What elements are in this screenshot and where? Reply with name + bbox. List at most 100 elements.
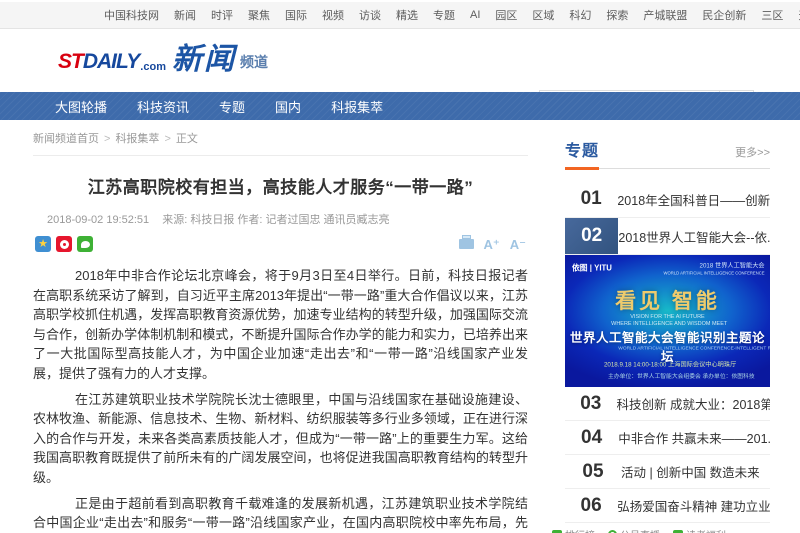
topics-sidebar: 专题 更多>> 01 2018年全国科普日——创新... 02 2018世界人工… xyxy=(565,137,770,523)
article-paragraph: 2018年中非合作论坛北京峰会，将于9月3日至4日举行。日前，科技日报记者在高职… xyxy=(33,266,528,384)
topic-item-05[interactable]: 05 活动 | 创新中国 数造未来 xyxy=(565,455,770,489)
topic-label: 中非合作 共赢未来——201... xyxy=(618,428,770,447)
page: 中国科技网 新闻 时评 聚焦 国际 视频 访谈 精选 专题 AI 园区 区域 科… xyxy=(0,0,800,533)
breadcrumb: 新闻频道首页 > 科报集萃 > 正文 xyxy=(33,130,528,156)
topnav-link[interactable]: 科幻 xyxy=(569,7,591,23)
channel-nav-item[interactable]: 大图轮播 xyxy=(55,97,107,116)
stdaily-logo[interactable]: STDAILY.com 新闻 频道 xyxy=(58,46,268,74)
topic-item-02[interactable]: 02 2018世界人工智能大会--依... xyxy=(565,218,770,255)
topic-rank: 04 xyxy=(565,421,618,454)
footer-strip-item[interactable]: 读者福利 xyxy=(673,527,726,533)
banner-hosts: 主办单位：世界人工智能大会组委会 承办单位：依图科技 xyxy=(608,371,727,380)
topnav-link[interactable]: 产城联盟 xyxy=(643,7,687,23)
font-smaller-button[interactable]: A⁻ xyxy=(510,238,526,251)
breadcrumb-separator: > xyxy=(164,133,170,145)
channel-nav-item[interactable]: 科报集萃 xyxy=(331,97,383,116)
favorite-share-icon[interactable]: ★ xyxy=(35,236,51,252)
topic-item-01[interactable]: 01 2018年全国科普日——创新... xyxy=(565,181,770,218)
star-icon: ★ xyxy=(38,239,48,250)
topnav-link[interactable]: 三区 xyxy=(761,7,783,23)
weibo-share-icon[interactable] xyxy=(56,236,72,252)
channel-nav-item[interactable]: 国内 xyxy=(275,97,301,116)
logo-channel-big: 新闻 xyxy=(172,46,236,74)
footer-strip-item[interactable]: 公号直播 xyxy=(608,527,660,533)
ai-conference-banner[interactable]: 依图 | YITU 2018 世界人工智能大会 WORLD ARTIFICIAL… xyxy=(565,255,770,387)
weibo-eye-icon xyxy=(60,240,69,249)
topnav-link[interactable]: 新闻 xyxy=(174,7,196,23)
topic-label: 2018世界人工智能大会--依... xyxy=(618,227,770,246)
article-column: 新闻频道首页 > 科报集萃 > 正文 江苏高职院校有担当，高技能人才服务“一带一路” 2… xyxy=(33,130,528,533)
publish-time: 2018-09-02 19:52:51 xyxy=(47,214,149,226)
topnav-link[interactable]: 区域 xyxy=(532,7,554,23)
ranking-icon xyxy=(552,530,562,533)
banner-headline: 看见 智能 xyxy=(565,285,770,315)
topic-rank: 03 xyxy=(565,387,617,420)
banner-subtitle-2: WHERE INTELLIGENCE AND WISDOM MEET xyxy=(611,320,724,326)
topnav-link[interactable]: 国际 xyxy=(285,7,307,23)
topic-item-03[interactable]: 03 科技创新 成就大业：2018第... xyxy=(565,387,770,421)
topic-item-04[interactable]: 04 中非合作 共赢未来——201... xyxy=(565,421,770,455)
topic-item-06[interactable]: 06 弘扬爱国奋斗精神 建功立业... xyxy=(565,489,770,523)
font-larger-button[interactable]: A⁺ xyxy=(484,238,500,251)
topnav-link[interactable]: 专题 xyxy=(433,7,455,23)
site-header: STDAILY.com 新闻 频道 站内搜索 ∨ xyxy=(0,30,800,92)
breadcrumb-section[interactable]: 科报集萃 xyxy=(115,133,159,145)
topic-label: 活动 | 创新中国 数造未来 xyxy=(621,462,760,481)
topnav-link[interactable]: 精选 xyxy=(396,7,418,23)
topnav-link[interactable]: 访谈 xyxy=(359,7,381,23)
logo-st: ST xyxy=(58,50,83,74)
channel-nav-item[interactable]: 专题 xyxy=(219,97,245,116)
topnav-link[interactable]: AI xyxy=(470,9,480,21)
topic-rank: 05 xyxy=(565,455,621,488)
logo-com: .com xyxy=(140,61,166,73)
article-title: 江苏高职院校有担当，高技能人才服务“一带一路” xyxy=(33,173,528,198)
article-meta: 2018-09-02 19:52:51 来源: 科技日报 作者: 记者过国忠 通… xyxy=(33,211,528,227)
topnav-link[interactable]: 聚焦 xyxy=(248,7,270,23)
topic-label: 科技创新 成就大业：2018第... xyxy=(617,394,770,413)
topnav-link[interactable]: 探索 xyxy=(606,7,628,23)
banner-conference-mark: 2018 世界人工智能大会 WORLD ARTIFICIAL INTELLIGE… xyxy=(565,260,765,282)
text-tools: A⁺ A⁻ xyxy=(459,238,527,251)
topnav-link[interactable]: 园区 xyxy=(495,7,517,23)
wechat-share-icon[interactable] xyxy=(77,236,93,252)
banner-subtitle-1: VISION FOR THE AI FUTURE xyxy=(611,313,724,319)
topic-rank: 02 xyxy=(565,218,618,254)
topnav-link[interactable]: 民企创新 xyxy=(702,7,746,23)
topnav-link[interactable]: 时评 xyxy=(211,7,233,23)
sidebar-title: 专题 xyxy=(565,137,599,170)
topic-rank: 06 xyxy=(565,489,617,522)
article-toolbar: ★ A⁺ A⁻ xyxy=(33,236,528,252)
topnav-link[interactable]: 视频 xyxy=(322,7,344,23)
article-paragraph: 正是由于超前看到高职教育千载难逢的发展新机遇，江苏建筑职业技术学院结合中国企业“… xyxy=(33,494,528,533)
source-author: 来源: 科技日报 作者: 记者过国忠 通讯员臧志亮 xyxy=(162,214,389,226)
banner-conference-cn: 2018 世界人工智能大会 xyxy=(616,260,765,269)
footer-strip-label: 排行榜 xyxy=(565,527,595,533)
topnav-link[interactable]: 中国科技网 xyxy=(104,7,159,23)
banner-forum-title-en: WORLD ARTIFICIAL INTELLIGENCE CONFERENCE… xyxy=(618,346,716,351)
wechat-bubble-icon xyxy=(81,241,90,248)
share-buttons: ★ xyxy=(35,236,93,252)
reader-service-icon xyxy=(673,530,683,533)
sidebar-more-link[interactable]: 更多>> xyxy=(735,144,770,168)
topic-list: 01 2018年全国科普日——创新... 02 2018世界人工智能大会--依.… xyxy=(565,181,770,523)
sidebar-header: 专题 更多>> xyxy=(565,137,770,169)
footer-strip-label: 读者福利 xyxy=(686,527,726,533)
channel-navbar: 大图轮播 科技资讯 专题 国内 科报集萃 xyxy=(0,92,800,120)
topic-rank: 01 xyxy=(565,181,617,217)
article-body: 2018年中非合作论坛北京峰会，将于9月3日至4日举行。日前，科技日报记者在高职… xyxy=(33,266,528,533)
footer-strip: 排行榜 公号直播 读者福利 xyxy=(540,527,800,533)
logo-channel-small: 频道 xyxy=(240,52,268,72)
breadcrumb-home[interactable]: 新闻频道首页 xyxy=(33,133,99,145)
breadcrumb-current: 正文 xyxy=(176,133,198,145)
topic-label: 2018年全国科普日——创新... xyxy=(617,190,770,209)
top-utility-nav: 中国科技网 新闻 时评 聚焦 国际 视频 访谈 精选 专题 AI 园区 区域 科… xyxy=(0,2,800,29)
footer-strip-item[interactable]: 排行榜 xyxy=(552,527,595,533)
banner-conference-en: WORLD ARTIFICIAL INTELLIGENCE CONFERENCE xyxy=(664,271,765,276)
footer-strip-label: 公号直播 xyxy=(620,527,660,533)
printer-paper xyxy=(462,235,471,239)
channel-nav-item[interactable]: 科技资讯 xyxy=(137,97,189,116)
print-icon[interactable] xyxy=(459,239,474,249)
breadcrumb-separator: > xyxy=(104,133,110,145)
topic-label: 弘扬爱国奋斗精神 建功立业... xyxy=(617,496,770,515)
banner-schedule: 2018.9.18 14:00-18:00 上海国际会议中心明珠厅 xyxy=(604,359,731,368)
